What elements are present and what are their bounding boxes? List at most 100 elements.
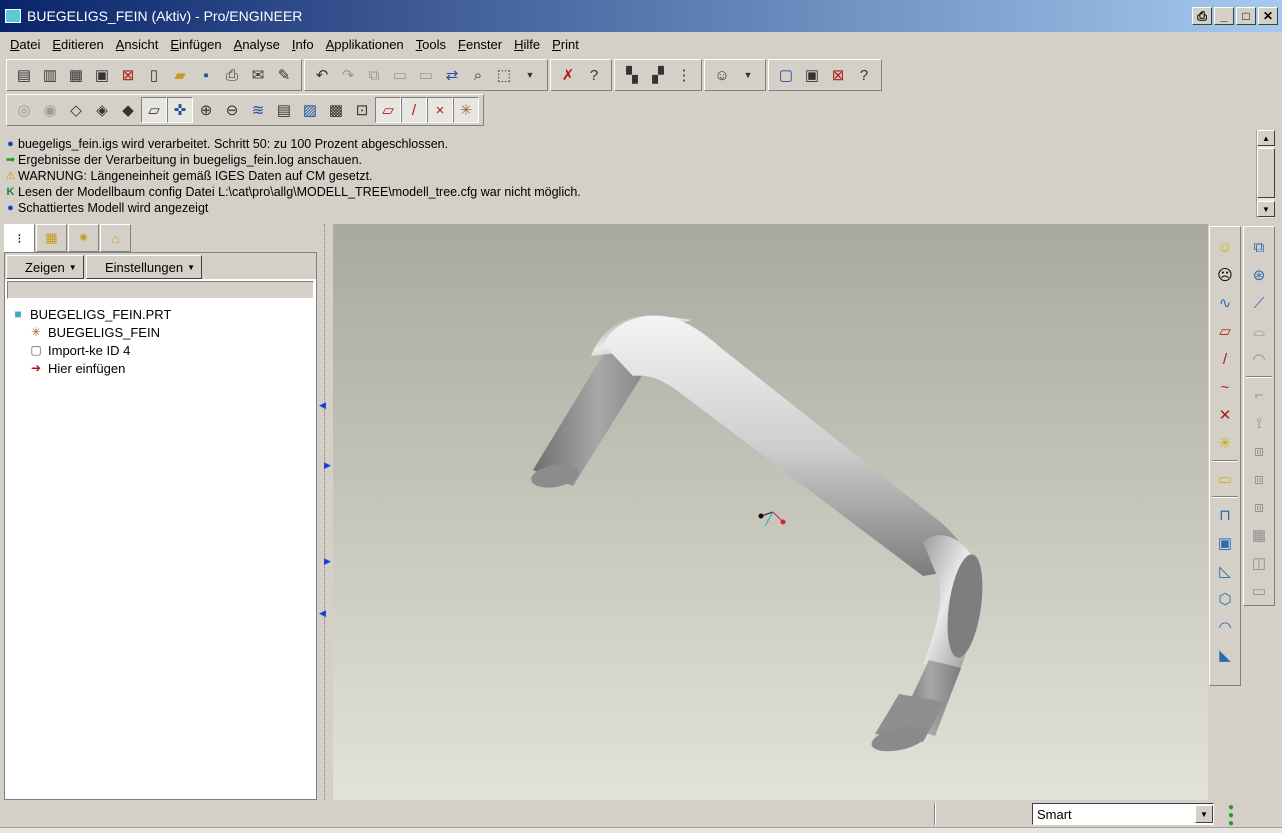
datum-points-icon[interactable]: × bbox=[427, 97, 453, 123]
message-scrollbar[interactable]: ▲ ▼ bbox=[1256, 130, 1275, 218]
coordinate-systems-icon[interactable]: ✳ bbox=[453, 97, 479, 123]
print-file-icon[interactable]: ⎙ bbox=[219, 62, 245, 88]
edit-icon[interactable]: ✎ bbox=[271, 62, 297, 88]
user-info-icon[interactable]: ☺ bbox=[709, 62, 735, 88]
chevron-down-icon[interactable]: ▼ bbox=[735, 62, 761, 88]
copy-icon[interactable]: ⧉ bbox=[361, 62, 387, 88]
menu-print[interactable]: Print bbox=[546, 37, 585, 52]
datum-plane-icon[interactable]: ▱ bbox=[1212, 317, 1238, 345]
frown-icon[interactable]: ☹ bbox=[1212, 261, 1238, 289]
zoom-out-icon[interactable]: ⊖ bbox=[219, 97, 245, 123]
draft-icon[interactable]: ⌓ bbox=[1246, 317, 1272, 345]
close-window-icon[interactable]: ⊠ bbox=[825, 62, 851, 88]
annotation-icon[interactable]: ▭ bbox=[1212, 465, 1238, 493]
pattern-icon[interactable]: ▦ bbox=[1246, 521, 1272, 549]
scroll-thumb[interactable] bbox=[1257, 148, 1275, 198]
datum-planes-icon[interactable]: ▱ bbox=[375, 97, 401, 123]
trim-icon[interactable]: ⌐ bbox=[1246, 381, 1272, 409]
surface-icon[interactable]: ◠ bbox=[1246, 345, 1272, 373]
shading-icon[interactable]: ▱ bbox=[141, 97, 167, 123]
revolve-icon[interactable]: ▣ bbox=[1212, 529, 1238, 557]
select-box-icon[interactable]: ⬚ bbox=[491, 62, 517, 88]
minimize-icon[interactable]: _ bbox=[1214, 7, 1234, 25]
save-icon[interactable]: ▪ bbox=[193, 62, 219, 88]
offset-icon[interactable]: ◫ bbox=[1246, 549, 1272, 577]
paste-special-icon[interactable]: ▭ bbox=[413, 62, 439, 88]
menu-hilfe[interactable]: Hilfe bbox=[508, 37, 546, 52]
menu-tools[interactable]: Tools bbox=[410, 37, 452, 52]
settings-button[interactable]: Einstellungen ▼ bbox=[86, 255, 202, 279]
new-session-icon[interactable]: ▤ bbox=[11, 62, 37, 88]
spin-center-icon[interactable]: ✜ bbox=[167, 97, 193, 123]
thicken-icon[interactable]: ▭ bbox=[1246, 577, 1272, 605]
hole-icon[interactable]: ⧉ bbox=[1246, 233, 1272, 261]
chevron-down-icon[interactable]: ▼ bbox=[1195, 805, 1213, 823]
zoom-in-icon[interactable]: ⊕ bbox=[193, 97, 219, 123]
redo-icon[interactable]: ↷ bbox=[335, 62, 361, 88]
scroll-down-icon[interactable]: ▼ bbox=[1257, 201, 1275, 217]
connections-icon[interactable]: ⌂ bbox=[100, 224, 131, 252]
named-view-icon[interactable]: ▩ bbox=[323, 97, 349, 123]
show-button[interactable]: Zeigen ▼ bbox=[6, 255, 84, 279]
collapse-arrow-icon[interactable]: ◀ bbox=[319, 608, 326, 619]
print-icon[interactable]: ⎙ bbox=[1192, 7, 1212, 25]
round-icon[interactable]: ◠ bbox=[1212, 613, 1238, 641]
refit-icon[interactable]: ⊡ bbox=[349, 97, 375, 123]
expand-arrow-icon[interactable]: ▶ bbox=[324, 556, 331, 567]
mirror-icon[interactable]: ⟟ bbox=[1246, 409, 1272, 437]
model-tree-icon[interactable]: ⁝ bbox=[4, 224, 35, 252]
datum-point-icon[interactable]: ✕ bbox=[1212, 401, 1238, 429]
find-icon[interactable]: ⌕ bbox=[465, 62, 491, 88]
whats-this-icon[interactable]: ? bbox=[851, 62, 877, 88]
regenerate-icon[interactable]: ⇄ bbox=[439, 62, 465, 88]
intersect-icon[interactable]: ⧈ bbox=[1246, 465, 1272, 493]
menu-analyse[interactable]: Analyse bbox=[228, 37, 286, 52]
hidden-line-icon[interactable]: ◈ bbox=[89, 97, 115, 123]
menu-einfuegen[interactable]: Einfügen bbox=[164, 37, 227, 52]
merge-icon[interactable]: ⧈ bbox=[1246, 437, 1272, 465]
datum-axes-icon[interactable]: / bbox=[401, 97, 427, 123]
extrude-icon[interactable]: ⊓ bbox=[1212, 501, 1238, 529]
analysis-tool-icon[interactable]: ✗ bbox=[555, 62, 581, 88]
menu-fenster[interactable]: Fenster bbox=[452, 37, 508, 52]
selection-filter[interactable]: Smart ▼ bbox=[1032, 803, 1214, 825]
close-icon[interactable]: ✕ bbox=[1258, 7, 1278, 25]
scroll-up-icon[interactable]: ▲ bbox=[1257, 130, 1275, 146]
panel-sash[interactable]: ◀ ▶ ▶ ◀ bbox=[318, 224, 332, 800]
shell-icon[interactable]: ⊛ bbox=[1246, 261, 1272, 289]
show-icon[interactable]: ◉ bbox=[37, 97, 63, 123]
new-file-icon[interactable]: ▯ bbox=[141, 62, 167, 88]
coordinate-system-icon[interactable]: ✳ bbox=[1212, 429, 1238, 457]
tree-columns-icon[interactable]: ▞ bbox=[645, 62, 671, 88]
sketch-tool-icon[interactable]: ∿ bbox=[1212, 289, 1238, 317]
send-mail-icon[interactable]: ✉ bbox=[245, 62, 271, 88]
menu-applikationen[interactable]: Applikationen bbox=[320, 37, 410, 52]
no-hidden-icon[interactable]: ◆ bbox=[115, 97, 141, 123]
layers-icon[interactable]: ▦ bbox=[36, 224, 67, 252]
activate-window-icon[interactable]: ▣ bbox=[799, 62, 825, 88]
blend-icon[interactable]: ⬡ bbox=[1212, 585, 1238, 613]
menu-info[interactable]: Info bbox=[286, 37, 320, 52]
collapse-arrow-icon[interactable]: ◀ bbox=[319, 400, 326, 411]
save-session-icon[interactable]: ▦ bbox=[63, 62, 89, 88]
hide-icon[interactable]: ◎ bbox=[11, 97, 37, 123]
expand-arrow-icon[interactable]: ▶ bbox=[324, 460, 331, 471]
layout-icon[interactable]: ▚ bbox=[619, 62, 645, 88]
chevron-down-icon[interactable]: ▼ bbox=[517, 62, 543, 88]
smiley-icon[interactable]: ☺ bbox=[1212, 233, 1238, 261]
context-help-icon[interactable]: ? bbox=[581, 62, 607, 88]
window-icon[interactable]: ▢ bbox=[773, 62, 799, 88]
graphics-window[interactable] bbox=[333, 224, 1208, 800]
open-session-icon[interactable]: ▥ bbox=[37, 62, 63, 88]
tree-node[interactable]: ▢ Import-ke ID 4 bbox=[5, 341, 316, 359]
menu-ansicht[interactable]: Ansicht bbox=[110, 37, 165, 52]
maximize-icon[interactable]: □ bbox=[1236, 7, 1256, 25]
solidify-icon[interactable]: ⧈ bbox=[1246, 493, 1272, 521]
tree-node[interactable]: ➔ Hier einfügen bbox=[5, 359, 316, 377]
menu-editieren[interactable]: Editieren bbox=[46, 37, 109, 52]
window-activate-icon[interactable]: ▣ bbox=[89, 62, 115, 88]
datum-curve-icon[interactable]: ~ bbox=[1212, 373, 1238, 401]
undo-icon[interactable]: ↶ bbox=[309, 62, 335, 88]
paste-icon[interactable]: ▭ bbox=[387, 62, 413, 88]
menu-datei[interactable]: Datei bbox=[4, 37, 46, 52]
